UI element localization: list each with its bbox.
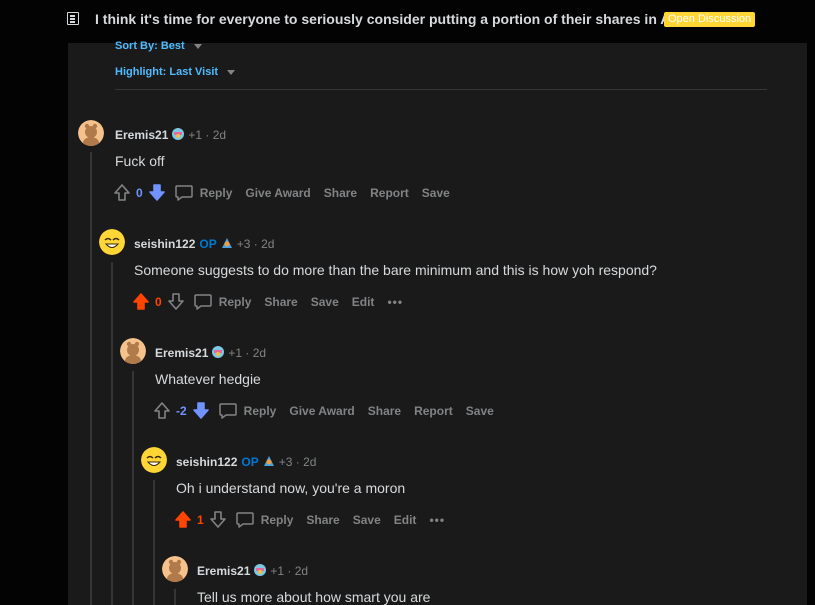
reply-button[interactable]: Reply bbox=[193, 293, 252, 311]
save-button[interactable]: Save bbox=[353, 513, 381, 527]
comment-meta-text: +1 · 2d bbox=[228, 346, 267, 360]
avatar[interactable] bbox=[120, 338, 146, 364]
reply-button[interactable]: Reply bbox=[174, 184, 233, 202]
award-icon[interactable] bbox=[171, 127, 185, 141]
award-icon[interactable] bbox=[220, 236, 234, 250]
upvote-icon[interactable] bbox=[113, 183, 131, 202]
downvote-icon[interactable] bbox=[167, 292, 185, 311]
upvote-icon[interactable] bbox=[132, 292, 150, 311]
divider bbox=[115, 89, 767, 90]
thread-line[interactable] bbox=[174, 589, 176, 605]
thread-line[interactable] bbox=[132, 371, 134, 605]
comment-meta: Eremis21 +1 · 2d bbox=[115, 127, 226, 142]
give-award-button[interactable]: Give Award bbox=[289, 404, 354, 418]
reply-button[interactable]: Reply bbox=[235, 511, 294, 529]
comment-actions: 0 Reply Give Award Share Report Save bbox=[113, 183, 463, 202]
downvote-icon[interactable] bbox=[192, 401, 210, 420]
share-button[interactable]: Share bbox=[306, 513, 339, 527]
award-icon[interactable] bbox=[253, 563, 267, 577]
comment-meta-text: +1 · 2d bbox=[188, 128, 227, 142]
post-icon bbox=[67, 12, 79, 25]
upvote-icon[interactable] bbox=[153, 401, 171, 420]
op-badge: OP bbox=[199, 237, 217, 251]
comment-body: Someone suggests to do more than the bar… bbox=[134, 262, 657, 278]
downvote-icon[interactable] bbox=[209, 510, 227, 529]
report-button[interactable]: Report bbox=[370, 186, 409, 200]
comment-meta: seishin122 OP +3 · 2d bbox=[134, 236, 274, 251]
avatar[interactable] bbox=[141, 447, 167, 473]
give-award-button[interactable]: Give Award bbox=[245, 186, 310, 200]
comment-bubble-icon bbox=[218, 402, 238, 420]
reply-label: Reply bbox=[199, 185, 233, 200]
reply-label: Reply bbox=[218, 294, 252, 309]
reply-label: Reply bbox=[260, 512, 294, 527]
comment-score: 1 bbox=[197, 512, 204, 527]
reply-button[interactable]: Reply bbox=[218, 402, 277, 420]
highlight-dropdown[interactable]: Highlight: Last Visit bbox=[115, 66, 236, 78]
thread-line[interactable] bbox=[111, 262, 113, 605]
comment-meta: seishin122 OP +3 · 2d bbox=[176, 454, 316, 469]
reply-label: Reply bbox=[243, 403, 277, 418]
thread-line[interactable] bbox=[90, 152, 92, 605]
post-flair[interactable]: Open Discussion bbox=[664, 12, 756, 27]
comment-body: Whatever hedgie bbox=[155, 371, 261, 387]
more-options-icon[interactable]: ••• bbox=[429, 513, 445, 527]
save-button[interactable]: Save bbox=[422, 186, 450, 200]
share-button[interactable]: Share bbox=[264, 295, 297, 309]
comment-score: 0 bbox=[136, 185, 143, 200]
save-button[interactable]: Save bbox=[311, 295, 339, 309]
sort-dropdown[interactable]: Sort By: Best bbox=[115, 40, 202, 52]
thread-line[interactable] bbox=[153, 480, 155, 605]
comment-actions: -2 Reply Give Award Share Report Save bbox=[153, 401, 507, 420]
username-link[interactable]: seishin122 bbox=[134, 237, 195, 251]
comment-meta-text: +3 · 2d bbox=[278, 455, 317, 469]
avatar[interactable] bbox=[78, 120, 104, 146]
username-link[interactable]: seishin122 bbox=[176, 455, 237, 469]
comment-bubble-icon bbox=[235, 511, 255, 529]
upvote-icon[interactable] bbox=[174, 510, 192, 529]
save-button[interactable]: Save bbox=[466, 404, 494, 418]
comment-score: 0 bbox=[155, 294, 162, 309]
downvote-icon[interactable] bbox=[148, 183, 166, 202]
comment-score: -2 bbox=[176, 403, 187, 418]
comment-meta: Eremis21 +1 · 2d bbox=[155, 345, 266, 360]
share-button[interactable]: Share bbox=[368, 404, 401, 418]
comment-actions: 0 Reply Share Save Edit ••• bbox=[132, 292, 403, 311]
edit-button[interactable]: Edit bbox=[394, 513, 417, 527]
comment-body: Tell us more about how smart you are bbox=[197, 589, 431, 605]
comment-actions: 1 Reply Share Save Edit ••• bbox=[174, 510, 445, 529]
comment-meta: Eremis21 +1 · 2d bbox=[197, 563, 308, 578]
chevron-down-icon bbox=[193, 43, 202, 49]
username-link[interactable]: Eremis21 bbox=[115, 128, 168, 142]
comment-meta-text: +1 · 2d bbox=[270, 564, 309, 578]
op-badge: OP bbox=[241, 455, 259, 469]
post-title[interactable]: I think it's time for everyone to seriou… bbox=[95, 11, 688, 27]
comment-meta-text: +3 · 2d bbox=[236, 237, 275, 251]
award-icon[interactable] bbox=[262, 454, 276, 468]
comment-body: Fuck off bbox=[115, 153, 165, 169]
username-link[interactable]: Eremis21 bbox=[197, 564, 250, 578]
report-button[interactable]: Report bbox=[414, 404, 453, 418]
avatar[interactable] bbox=[162, 556, 188, 582]
comment-bubble-icon bbox=[174, 184, 194, 202]
sort-label: Sort By: Best bbox=[115, 40, 185, 52]
award-icon[interactable] bbox=[211, 345, 225, 359]
more-options-icon[interactable]: ••• bbox=[387, 295, 403, 309]
chevron-down-icon bbox=[227, 69, 236, 75]
highlight-label: Highlight: Last Visit bbox=[115, 66, 219, 78]
share-button[interactable]: Share bbox=[324, 186, 357, 200]
edit-button[interactable]: Edit bbox=[352, 295, 375, 309]
comment-bubble-icon bbox=[193, 293, 213, 311]
comment-body: Oh i understand now, you're a moron bbox=[176, 480, 406, 496]
post-header: I think it's time for everyone to seriou… bbox=[0, 0, 815, 40]
avatar[interactable] bbox=[99, 229, 125, 255]
username-link[interactable]: Eremis21 bbox=[155, 346, 208, 360]
